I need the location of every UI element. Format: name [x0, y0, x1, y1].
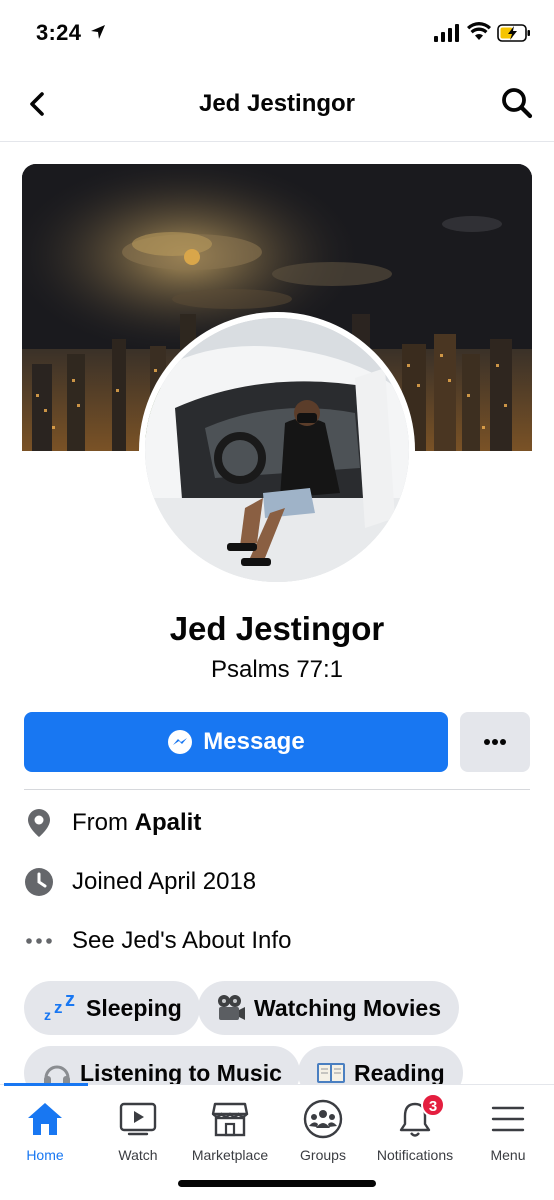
home-icon — [0, 1099, 95, 1139]
tab-label: Groups — [300, 1147, 346, 1163]
hobby-chip-watching-movies[interactable]: Watching Movies — [198, 981, 459, 1035]
tab-home[interactable]: Home — [0, 1099, 95, 1169]
bell-icon: 3 — [365, 1093, 465, 1139]
search-icon[interactable] — [498, 84, 536, 122]
message-button-label: Message — [203, 728, 305, 755]
tab-label: Marketplace — [191, 1147, 269, 1163]
tab-label: Home — [26, 1147, 64, 1163]
tab-label: Notifications — [376, 1147, 454, 1163]
home-indicator — [178, 1180, 376, 1187]
cellular-signal-icon — [434, 24, 459, 42]
svg-text:z: z — [65, 993, 75, 1011]
book-icon — [316, 1060, 346, 1086]
info-hometown: From Apalit — [24, 803, 530, 843]
tab-watch[interactable]: Watch — [88, 1099, 188, 1169]
zzz-icon: zzz — [42, 993, 78, 1023]
hamburger-menu-icon — [458, 1099, 554, 1139]
tab-marketplace[interactable]: Marketplace — [180, 1099, 280, 1169]
hobby-label: Reading — [354, 1059, 445, 1086]
notification-badge: 3 — [421, 1093, 445, 1117]
tab-label: Watch — [118, 1147, 158, 1163]
wifi-icon — [467, 22, 491, 40]
svg-text:z: z — [54, 998, 63, 1017]
info-joined: Joined April 2018 — [24, 862, 530, 902]
tab-label: Menu — [490, 1147, 526, 1163]
profile-name: Jed Jestingor — [169, 610, 385, 647]
location-arrow-icon — [91, 25, 105, 39]
tab-groups[interactable]: Groups — [273, 1099, 373, 1169]
message-button[interactable]: Message — [24, 712, 448, 772]
more-horizontal-icon — [484, 739, 506, 745]
hobby-chip-sleeping[interactable]: zzz Sleeping — [24, 981, 200, 1035]
tab-menu[interactable]: Menu — [458, 1099, 554, 1169]
more-dots-icon — [24, 926, 54, 956]
hobby-label: Watching Movies — [254, 994, 441, 1021]
storefront-icon — [180, 1099, 280, 1139]
divider — [24, 789, 530, 790]
groups-icon — [273, 1099, 373, 1139]
active-tab-indicator — [4, 1083, 88, 1086]
hometown-place[interactable]: Apalit — [135, 809, 202, 836]
avatar-photo — [145, 318, 409, 582]
hobby-label: Sleeping — [86, 994, 182, 1021]
messenger-icon — [168, 730, 193, 754]
see-about-info-link[interactable]: See Jed's About Info — [24, 921, 530, 961]
more-options-button[interactable] — [460, 712, 530, 772]
profile-header: Jed Jestingor — [0, 68, 554, 142]
hobby-label: Listening to Music — [80, 1059, 282, 1086]
tab-notifications[interactable]: 3 Notifications — [365, 1093, 465, 1169]
watch-video-icon — [88, 1099, 188, 1139]
location-pin-icon — [24, 808, 54, 838]
header-title: Jed Jestingor — [198, 90, 356, 117]
status-bar: 3:24 — [0, 0, 554, 68]
film-projector-icon — [216, 993, 246, 1023]
svg-text:z: z — [44, 1007, 51, 1023]
battery-charging-icon — [497, 24, 530, 42]
about-info-text: See Jed's About Info — [72, 927, 292, 954]
clock-icon — [24, 867, 54, 897]
status-time: 3:24 — [36, 20, 82, 45]
profile-bio: Psalms 77:1 — [210, 656, 344, 683]
hometown-prefix: From — [72, 809, 128, 836]
profile-avatar[interactable] — [139, 312, 415, 588]
joined-text: Joined April 2018 — [72, 868, 257, 895]
